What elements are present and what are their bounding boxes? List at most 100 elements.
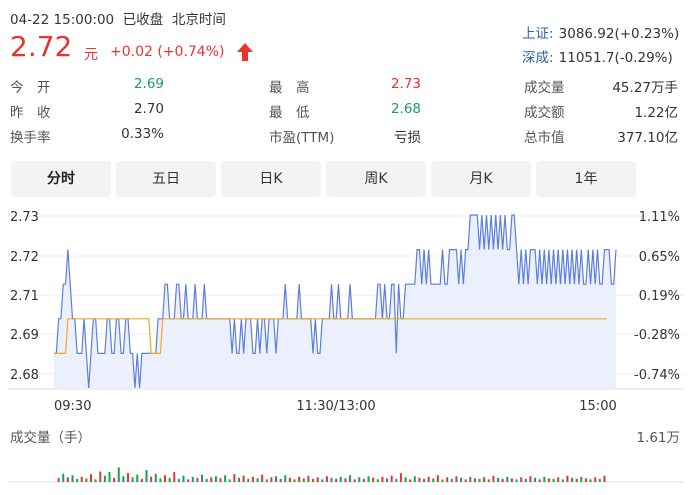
volume-bar: [85, 478, 88, 482]
volume-bar: [293, 479, 296, 482]
volume-bar: [251, 476, 254, 482]
volume-bar: [256, 478, 259, 482]
y-tick-label-left: 2.72: [10, 250, 39, 265]
volume-bar: [575, 478, 578, 482]
volume-bar: [330, 477, 333, 482]
volume-bar: [390, 475, 393, 482]
volume-bar: [446, 477, 449, 482]
volume-bar: [177, 478, 180, 482]
volume-bar: [62, 473, 65, 482]
volume-bar: [164, 475, 167, 482]
volume-bar: [247, 478, 250, 482]
volume-bar: [108, 472, 111, 482]
volume-bar: [219, 478, 222, 482]
y-tick-label-right: 1.11%: [639, 210, 680, 225]
volume-bar: [316, 477, 319, 482]
volume-bar: [344, 478, 347, 482]
volume-bar: [538, 479, 541, 482]
volume-bar: [594, 477, 597, 482]
volume-bar: [122, 476, 125, 482]
volume-bar: [580, 476, 583, 482]
volume-bar: [339, 476, 342, 482]
volume-bar: [524, 478, 527, 482]
volume-bar: [261, 474, 264, 482]
volume-bar: [399, 473, 402, 482]
volume-bar: [242, 475, 245, 482]
volume-bar: [288, 477, 291, 482]
volume-bar: [298, 476, 301, 482]
x-tick-label: 15:00: [579, 399, 616, 414]
volume-bar: [561, 479, 564, 482]
volume-bar: [238, 477, 241, 482]
volume-bar: [228, 479, 231, 482]
volume-bar: [423, 478, 426, 482]
volume-bar: [321, 479, 324, 482]
x-tick-label: 11:30/13:00: [296, 399, 375, 414]
volume-bar: [455, 476, 458, 482]
volume-bar: [80, 476, 83, 482]
volume-bar: [469, 476, 472, 482]
volume-bar: [501, 478, 504, 482]
volume-bar: [275, 476, 278, 482]
volume-bar: [441, 479, 444, 482]
volume-bar: [367, 476, 370, 482]
volume-bar: [94, 479, 97, 482]
volume-bar: [76, 478, 79, 482]
volume-bar: [376, 479, 379, 482]
volume-bar: [312, 478, 315, 482]
volume-bar: [418, 477, 421, 482]
volume-bar: [395, 478, 398, 482]
y-tick-label-right: -0.74%: [634, 368, 680, 383]
volume-bar: [552, 478, 555, 482]
volume-bar: [589, 479, 592, 482]
volume-bar: [487, 479, 490, 482]
volume-bar: [173, 472, 176, 482]
volume-bar: [159, 478, 162, 482]
intraday-chart: 2.73 2.72 2.71 2.69 2.68 1.11% 0.65% 0.19% -0.28…: [8, 210, 684, 483]
y-tick-label-right: -0.28%: [634, 328, 680, 343]
volume-bar: [66, 477, 69, 482]
volume-bar: [497, 477, 500, 482]
volume-bar: [302, 478, 305, 482]
volume-bar: [233, 474, 236, 482]
volume-bar: [205, 478, 208, 482]
volume-bar: [362, 478, 365, 482]
volume-bar: [349, 475, 352, 482]
volume-bar: [265, 479, 268, 482]
y-tick-label-left: 2.73: [10, 210, 39, 225]
volume-bar: [598, 478, 601, 482]
volume-bar: [520, 477, 523, 482]
volume-bar: [547, 478, 550, 482]
volume-bar: [187, 479, 190, 482]
volume-bar: [103, 475, 106, 482]
volume-bar: [131, 477, 134, 482]
volume-bar: [464, 479, 467, 482]
volume-bar: [450, 478, 453, 482]
volume-bar: [483, 477, 486, 482]
volume-bar: [506, 476, 509, 482]
volume-bar: [140, 478, 143, 482]
volume-bar: [460, 477, 463, 482]
volume-bar: [136, 474, 139, 482]
volume-bar: [57, 478, 60, 482]
volume-bar: [191, 476, 194, 482]
volume-bar: [117, 467, 120, 482]
volume-bar: [150, 476, 153, 482]
y-tick-label-left: 2.69: [10, 328, 39, 343]
volume-bar: [113, 477, 116, 482]
volume-bar: [99, 471, 102, 482]
volume-bar: [270, 477, 273, 482]
volume-max-label: 1.61万: [636, 430, 680, 446]
volume-bar: [372, 477, 375, 482]
volume-bar: [196, 478, 199, 482]
volume-bar: [492, 475, 495, 482]
volume-bar: [478, 478, 481, 482]
y-tick-label-left: 2.71: [10, 289, 39, 304]
volume-bar: [404, 477, 407, 482]
volume-bar: [353, 479, 356, 482]
volume-bar: [381, 476, 384, 482]
volume-bar: [279, 478, 282, 482]
volume-bar: [409, 479, 412, 482]
volume-bar: [154, 473, 157, 482]
y-tick-label-left: 2.68: [10, 368, 39, 383]
